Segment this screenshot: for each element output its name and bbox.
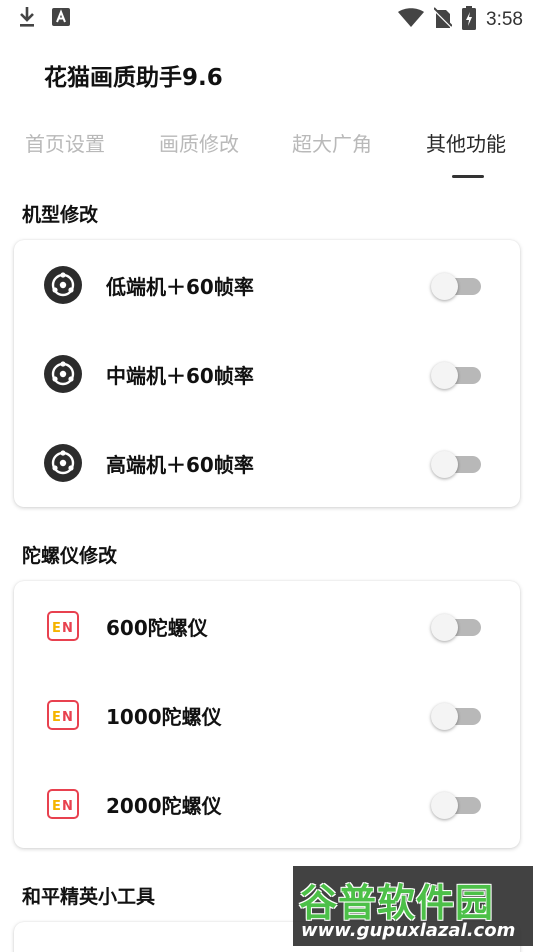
gyroscope-settings-card: EN 600陀螺仪 EN 1000陀螺仪 EN 2000陀螺仪 bbox=[14, 581, 520, 848]
watermark-logo: 谷普软件园 www.gupuxlazal.com bbox=[293, 866, 533, 946]
tab-wide-angle[interactable]: 超大广角 bbox=[292, 128, 372, 157]
wifi-icon bbox=[398, 8, 425, 32]
download-icon bbox=[18, 6, 36, 32]
svg-text:E: E bbox=[52, 799, 61, 814]
list-item[interactable]: 高端机＋60帧率 bbox=[14, 418, 520, 507]
list-item[interactable]: EN 2000陀螺仪 bbox=[14, 759, 520, 848]
svg-text:N: N bbox=[62, 621, 73, 636]
active-tab-indicator bbox=[452, 175, 484, 178]
tab-bar: 首页设置 画质修改 超大广角 其他功能 bbox=[0, 128, 535, 182]
list-item-label: 低端机＋60帧率 bbox=[106, 275, 254, 299]
no-sim-icon bbox=[432, 7, 454, 33]
list-item-label: 1000陀螺仪 bbox=[106, 705, 222, 729]
en-badge-icon: EN bbox=[44, 607, 82, 645]
device-target-icon bbox=[44, 266, 82, 304]
device-settings-card: 低端机＋60帧率 中端机＋60帧率 高端机＋60帧率 bbox=[14, 240, 520, 507]
toggle-gyro-2000[interactable] bbox=[431, 792, 483, 819]
toggle-gyro-1000[interactable] bbox=[431, 703, 483, 730]
tab-home-settings[interactable]: 首页设置 bbox=[25, 128, 105, 157]
list-item[interactable]: EN 600陀螺仪 bbox=[14, 581, 520, 670]
tab-quality-modify[interactable]: 画质修改 bbox=[159, 128, 239, 157]
toggle-low-end-60fps[interactable] bbox=[431, 273, 483, 300]
watermark-url: www.gupuxlazal.com bbox=[301, 920, 516, 941]
list-item-label: 中端机＋60帧率 bbox=[106, 364, 254, 388]
list-item-label: 高端机＋60帧率 bbox=[106, 453, 254, 477]
svg-text:E: E bbox=[52, 621, 61, 636]
list-item-label: 2000陀螺仪 bbox=[106, 794, 222, 818]
list-item[interactable]: 低端机＋60帧率 bbox=[14, 240, 520, 329]
section-title-gyroscope: 陀螺仪修改 bbox=[22, 545, 118, 567]
toggle-high-end-60fps[interactable] bbox=[431, 451, 483, 478]
device-target-icon bbox=[44, 355, 82, 393]
status-bar: 3:58 bbox=[0, 0, 535, 38]
svg-text:N: N bbox=[62, 710, 73, 725]
section-title-device: 机型修改 bbox=[22, 204, 99, 226]
toggle-gyro-600[interactable] bbox=[431, 614, 483, 641]
device-target-icon bbox=[44, 444, 82, 482]
list-item[interactable]: EN 1000陀螺仪 bbox=[14, 670, 520, 759]
watermark-text: 谷普软件园 bbox=[299, 881, 495, 925]
battery-charging-icon bbox=[462, 6, 477, 34]
en-badge-icon: EN bbox=[44, 696, 82, 734]
toggle-mid-end-60fps[interactable] bbox=[431, 362, 483, 389]
a-notification-icon bbox=[52, 8, 70, 30]
status-time: 3:58 bbox=[486, 9, 523, 30]
svg-text:E: E bbox=[52, 710, 61, 725]
app-title: 花猫画质助手9.6 bbox=[44, 65, 223, 91]
svg-text:N: N bbox=[62, 799, 73, 814]
list-item-label: 600陀螺仪 bbox=[106, 616, 208, 640]
list-item[interactable]: 中端机＋60帧率 bbox=[14, 329, 520, 418]
en-badge-icon: EN bbox=[44, 785, 82, 823]
section-title-tools: 和平精英小工具 bbox=[22, 886, 156, 908]
tab-other-functions[interactable]: 其他功能 bbox=[426, 128, 506, 157]
